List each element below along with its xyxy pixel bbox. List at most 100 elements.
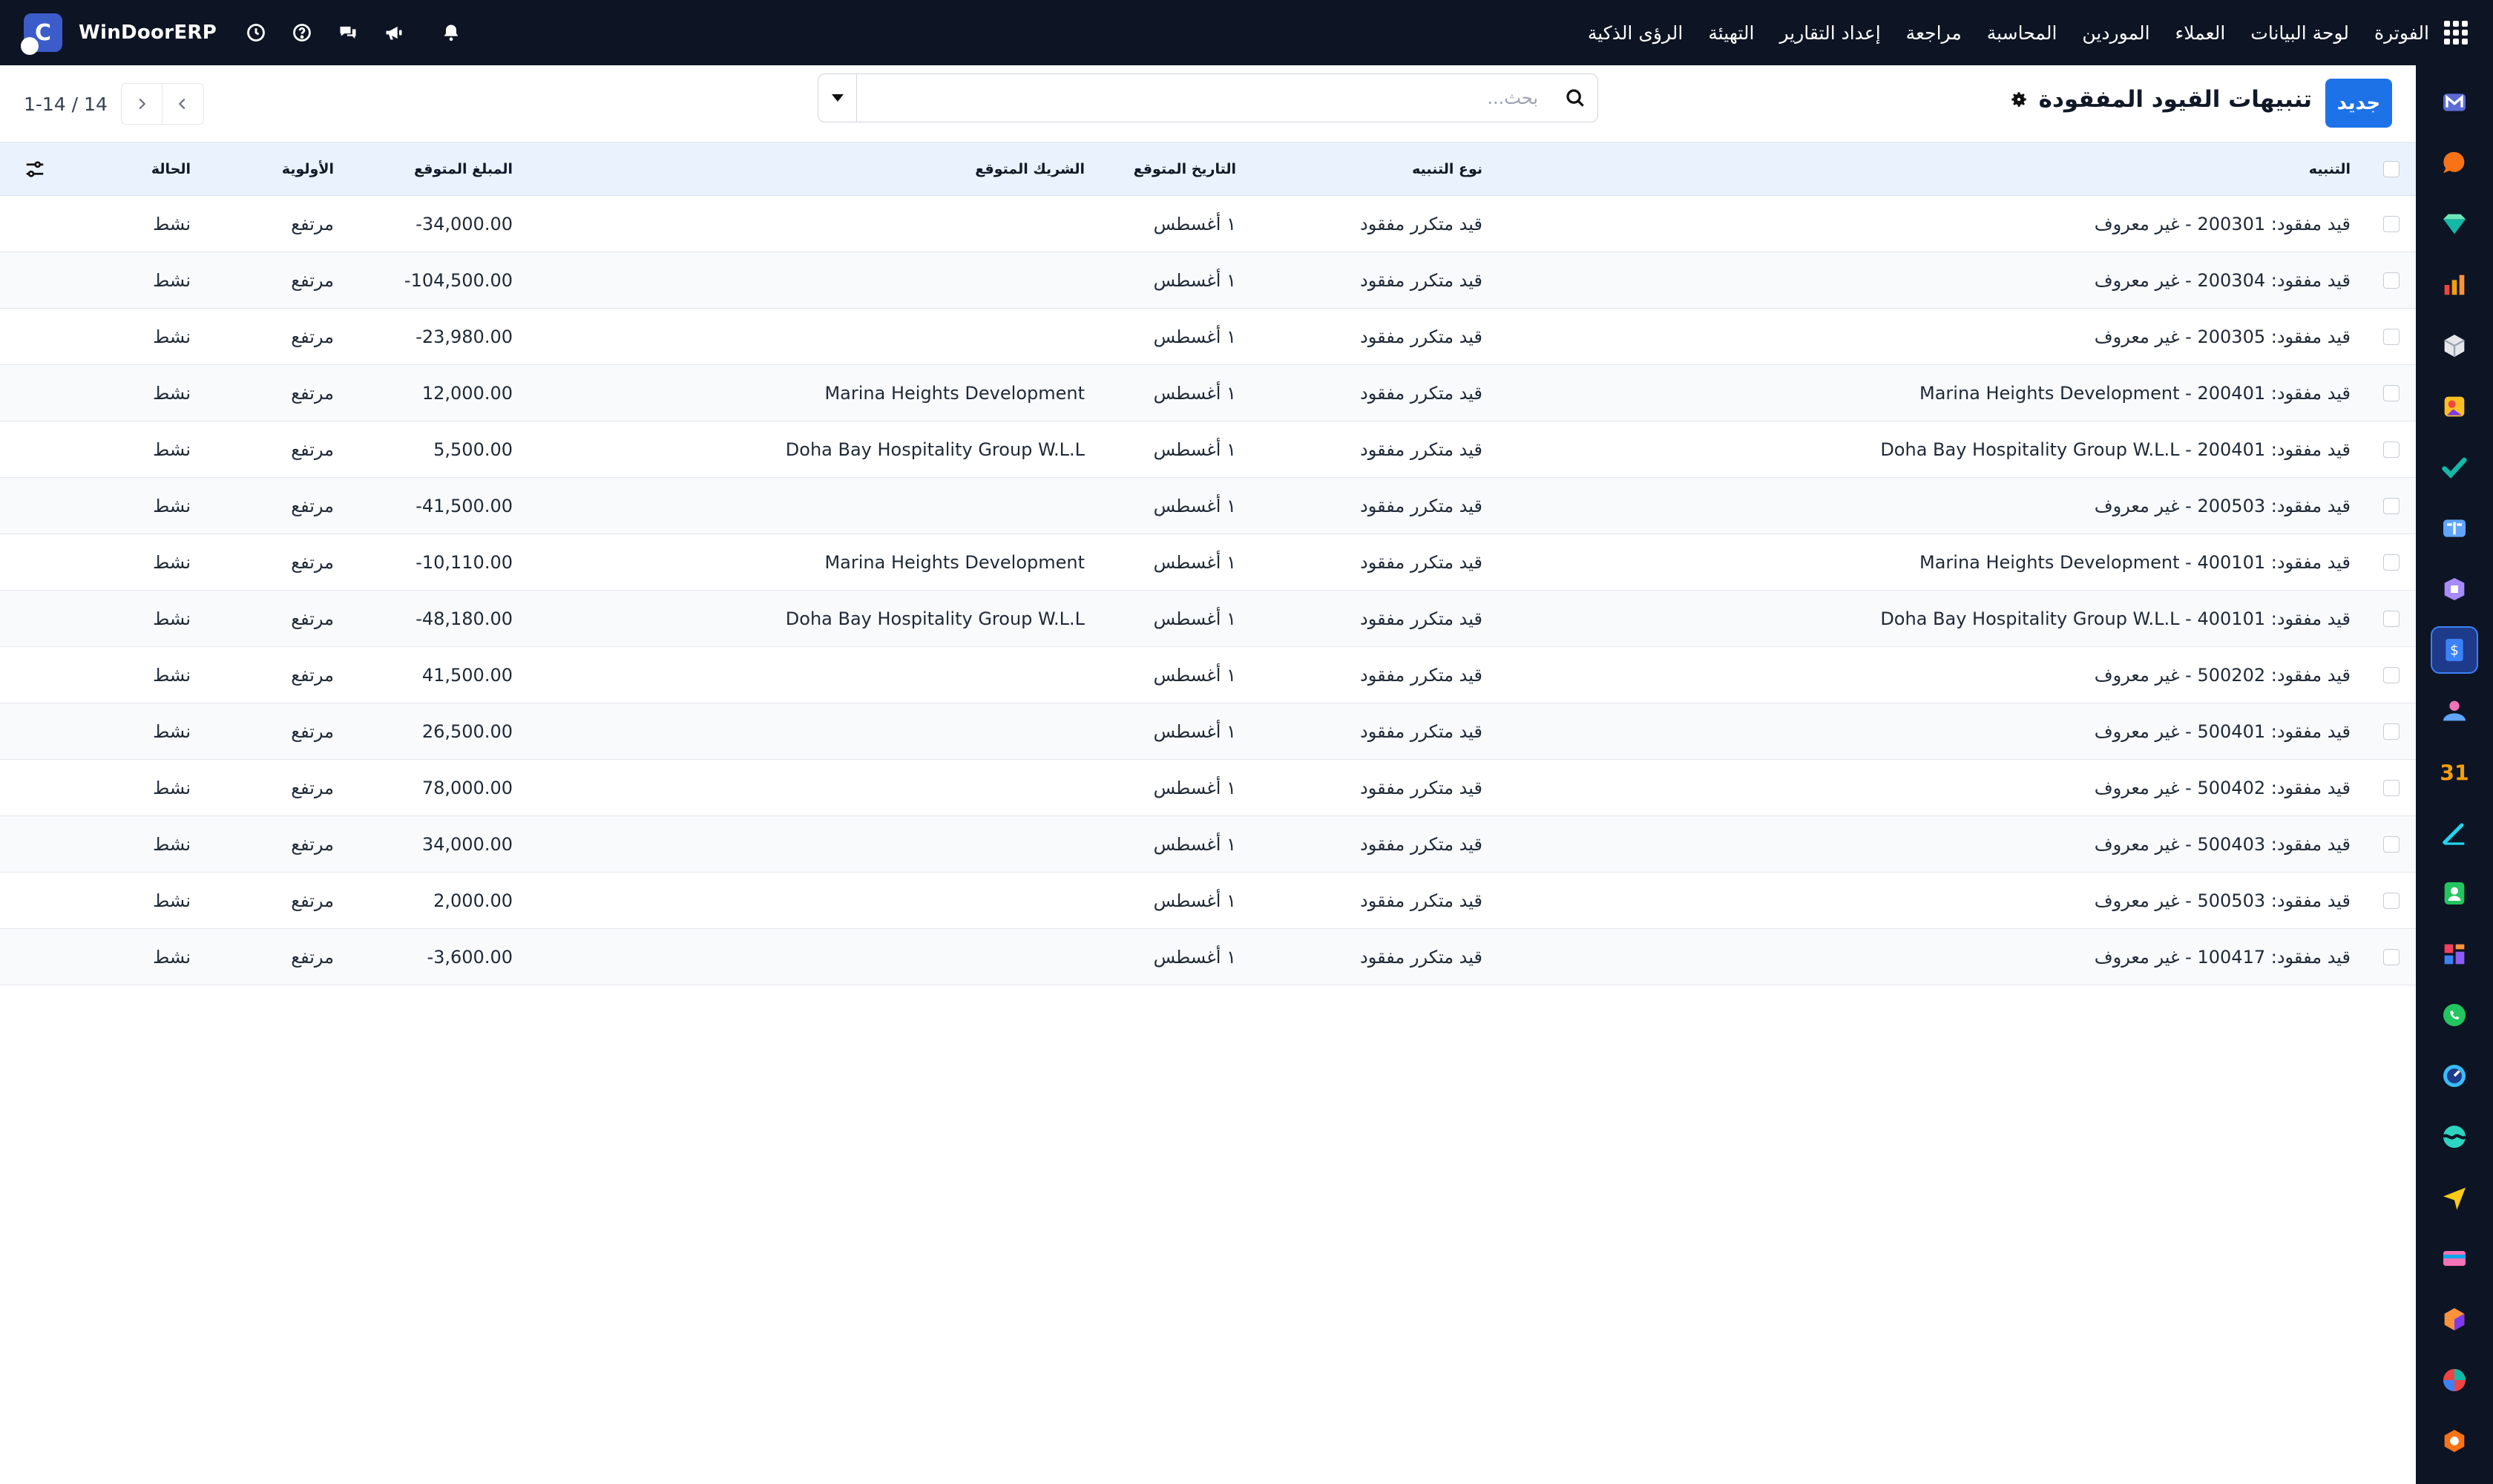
chat-icon[interactable] xyxy=(332,16,364,49)
col-alert[interactable]: التنبيه xyxy=(2309,142,2351,195)
contact-icon[interactable] xyxy=(2431,870,2478,917)
wave-icon[interactable] xyxy=(2431,1113,2478,1160)
row-checkbox[interactable] xyxy=(2383,666,2400,683)
select-all-checkbox[interactable] xyxy=(2383,160,2400,177)
chat-bubble-icon[interactable] xyxy=(2431,139,2478,187)
table-row[interactable]: قيد مفقود: 200305 - غير معروف قيد متكرر … xyxy=(0,309,2416,365)
row-checkbox[interactable] xyxy=(2383,384,2400,401)
gmail-icon[interactable] xyxy=(2431,79,2478,126)
gear-icon[interactable] xyxy=(2009,90,2029,109)
col-expected-date[interactable]: التاريخ المتوقع xyxy=(1134,142,1236,195)
table-row[interactable]: قيد مفقود: 500401 - غير معروف قيد متكرر … xyxy=(0,703,2416,760)
alert-code: 200503 xyxy=(2197,495,2266,516)
row-checkbox[interactable] xyxy=(2383,328,2400,345)
menu-smart-insights[interactable]: الرؤى الذكية xyxy=(1588,22,1683,44)
table-row[interactable]: قيد مفقود: 200503 - غير معروف قيد متكرر … xyxy=(0,478,2416,534)
diamond-icon[interactable] xyxy=(2431,200,2478,248)
row-select-cell xyxy=(2383,534,2400,590)
table-row[interactable]: قيد مفقود: 200304 - غير معروف قيد متكرر … xyxy=(0,252,2416,309)
row-checkbox[interactable] xyxy=(2383,835,2400,853)
col-priority[interactable]: الأولوية xyxy=(282,142,334,195)
row-checkbox[interactable] xyxy=(2383,441,2400,458)
menu-accounting[interactable]: المحاسبة xyxy=(1987,22,2057,44)
card-icon[interactable] xyxy=(2431,1235,2478,1282)
row-select-cell xyxy=(2383,760,2400,815)
cube-icon[interactable] xyxy=(2431,322,2478,370)
cell-alert: قيد مفقود: 200304 - غير معروف xyxy=(2095,252,2351,308)
row-checkbox[interactable] xyxy=(2383,497,2400,514)
row-checkbox[interactable] xyxy=(2383,272,2400,289)
menu-billing[interactable]: الفوترة xyxy=(2374,22,2429,44)
calendar-icon[interactable]: 31 xyxy=(2431,748,2478,795)
search-bar xyxy=(818,73,1598,122)
table-row[interactable]: قيد مفقود: 500402 - غير معروف قيد متكرر … xyxy=(0,760,2416,816)
cell-expected-amount: -3,600.00 xyxy=(427,946,513,968)
gauge-icon[interactable] xyxy=(2431,1052,2478,1100)
cell-alert: قيد مفقود: 100417 - غير معروف xyxy=(2095,929,2351,985)
table-row[interactable]: قيد مفقود: 400101 - Doha Bay Hospitality… xyxy=(0,591,2416,647)
menu-review[interactable]: مراجعة xyxy=(1906,22,1962,44)
pager-prev-button[interactable] xyxy=(162,83,204,125)
clock-icon[interactable] xyxy=(240,16,272,49)
new-button[interactable]: جديد xyxy=(2325,79,2392,128)
invoice-icon[interactable]: $ xyxy=(2431,626,2478,674)
row-checkbox[interactable] xyxy=(2383,215,2400,232)
menu-configuration[interactable]: التهيئة xyxy=(1708,22,1754,44)
cell-expected-amount: 78,000.00 xyxy=(421,777,513,798)
pen-icon[interactable] xyxy=(2431,809,2478,856)
cell-status: نشط xyxy=(153,833,191,855)
table-row[interactable]: قيد مفقود: 200401 - Marina Heights Devel… xyxy=(0,365,2416,421)
megaphone-icon[interactable] xyxy=(378,16,410,49)
book-icon[interactable] xyxy=(2431,505,2478,552)
users-icon[interactable] xyxy=(2431,687,2478,735)
pager-value[interactable]: 1-14 / 14 xyxy=(24,93,108,115)
column-settings-icon[interactable] xyxy=(24,142,46,195)
check-icon[interactable] xyxy=(2431,444,2478,491)
cell-priority: مرتفع xyxy=(291,382,334,404)
cell-expected-amount: 12,000.00 xyxy=(421,382,513,404)
apps-grid-icon[interactable] xyxy=(2444,21,2468,45)
send-icon[interactable] xyxy=(2431,1174,2478,1221)
bell-icon[interactable] xyxy=(435,16,467,49)
table-row[interactable]: قيد مفقود: 200301 - غير معروف قيد متكرر … xyxy=(0,196,2416,252)
table-row[interactable]: قيد مفقود: 100417 - غير معروف قيد متكرر … xyxy=(0,929,2416,985)
col-status[interactable]: الحالة xyxy=(151,142,191,195)
row-checkbox[interactable] xyxy=(2383,554,2400,571)
table-row[interactable]: قيد مفقود: 500403 - غير معروف قيد متكرر … xyxy=(0,816,2416,873)
photo-icon[interactable] xyxy=(2431,383,2478,430)
pager-next-button[interactable] xyxy=(120,83,162,125)
row-checkbox[interactable] xyxy=(2383,948,2400,965)
row-select-cell xyxy=(2383,816,2400,872)
col-alert-type[interactable]: نوع التنبيه xyxy=(1412,142,1482,195)
cell-alert: قيد مفقود: 500202 - غير معروف xyxy=(2095,647,2351,703)
company-logo[interactable]: C xyxy=(21,13,62,55)
col-expected-partner[interactable]: الشريك المتوقع xyxy=(975,142,1085,195)
row-select-cell xyxy=(2383,252,2400,308)
cell-status: نشط xyxy=(153,439,191,460)
bar-chart-icon[interactable] xyxy=(2431,261,2478,309)
search-options-toggle[interactable] xyxy=(818,74,857,122)
col-expected-amount[interactable]: المبلغ المتوقع xyxy=(414,142,513,195)
table-row[interactable]: قيد مفقود: 500202 - غير معروف قيد متكرر … xyxy=(0,647,2416,703)
table-row[interactable]: قيد مفقود: 500503 - غير معروف قيد متكرر … xyxy=(0,873,2416,929)
box-icon[interactable] xyxy=(2431,565,2478,613)
help-icon[interactable] xyxy=(286,16,318,49)
menu-customers[interactable]: العملاء xyxy=(2175,22,2226,44)
hex-icon[interactable] xyxy=(2431,1296,2478,1343)
brand-name[interactable]: WinDoorERP xyxy=(79,22,217,44)
row-checkbox[interactable] xyxy=(2383,723,2400,740)
whatsapp-icon[interactable] xyxy=(2431,991,2478,1039)
pie-icon[interactable] xyxy=(2431,1356,2478,1404)
gem-icon[interactable] xyxy=(2431,1417,2478,1465)
table-row[interactable]: قيد مفقود: 400101 - Marina Heights Devel… xyxy=(0,534,2416,591)
row-checkbox[interactable] xyxy=(2383,610,2400,627)
dashboard-icon[interactable] xyxy=(2431,930,2478,978)
row-checkbox[interactable] xyxy=(2383,892,2400,909)
row-checkbox[interactable] xyxy=(2383,779,2400,796)
menu-vendors[interactable]: الموردين xyxy=(2082,22,2149,44)
menu-reporting[interactable]: إعداد التقارير xyxy=(1779,22,1880,44)
menu-dashboard[interactable]: لوحة البيانات xyxy=(2250,22,2349,44)
table-row[interactable]: قيد مفقود: 200401 - Doha Bay Hospitality… xyxy=(0,421,2416,478)
search-icon[interactable] xyxy=(1553,74,1597,122)
search-input[interactable] xyxy=(857,74,1553,122)
